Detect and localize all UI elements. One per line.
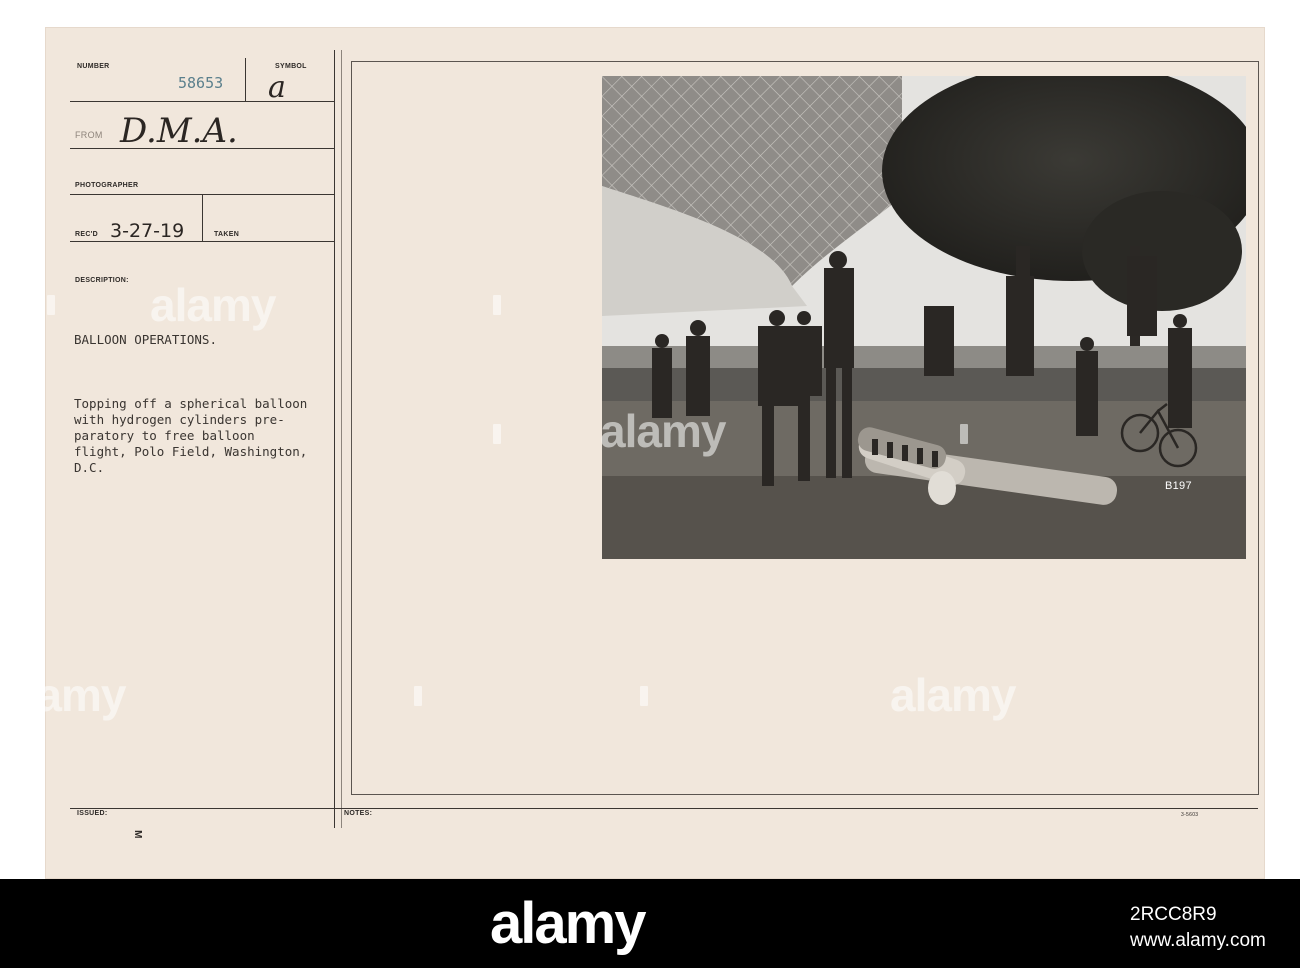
number-label: NUMBER	[77, 63, 110, 70]
record-number: 58653	[178, 74, 224, 92]
photographer-label: PHOTOGRAPHER	[75, 182, 139, 189]
watermark: alamy	[890, 669, 1016, 721]
description-line: D.C.	[74, 460, 105, 475]
symbol-value: a	[268, 70, 286, 105]
watermark: alamy	[600, 405, 726, 457]
watermark: alamy	[150, 279, 276, 331]
description-line: flight, Polo Field, Washington,	[74, 444, 308, 459]
image-id: 2RCC8R9	[1130, 904, 1217, 925]
from-label: FROM	[75, 130, 103, 140]
column-divider-inner	[341, 50, 342, 828]
from-value: D.M.A.	[120, 111, 238, 151]
footer-image-id: 2RCC8R9 www.alamy.com	[1130, 902, 1266, 954]
taken-label: TAKEN	[214, 231, 240, 238]
caption-description: Topping off a spherical balloon with hyd…	[74, 396, 307, 476]
rule-number	[70, 101, 334, 102]
rule-recd	[70, 241, 334, 242]
watermark-mark	[47, 295, 55, 315]
symbol-label: SYMBOL	[275, 63, 307, 70]
description-line: Topping off a spherical balloon	[74, 396, 308, 411]
bottom-rule	[70, 808, 1258, 809]
watermark-mark	[960, 424, 968, 444]
caption-title: BALLOON OPERATIONS.	[74, 332, 217, 347]
photograph	[602, 76, 1246, 559]
recd-label: REC'D	[75, 231, 98, 238]
form-code: 3-5603	[1181, 812, 1199, 818]
notes-label: NOTES:	[344, 810, 373, 817]
photo-code: B197	[1165, 480, 1192, 492]
watermark-mark	[640, 686, 648, 706]
issued-label: ISSUED:	[77, 810, 108, 817]
photo-scene	[602, 76, 1246, 559]
watermark-mark	[493, 424, 501, 444]
watermark-mark	[414, 686, 422, 706]
description-line: paratory to free balloon	[74, 428, 255, 443]
watermark: alamy	[0, 669, 126, 721]
footer-logo: alamy	[490, 891, 646, 956]
description-line: with hydrogen cylinders pre-	[74, 412, 285, 427]
footer-bar	[0, 879, 1300, 968]
footer-credit: www.alamy.com	[1130, 930, 1266, 951]
rule-from	[70, 148, 334, 149]
recd-date: 3-27-19	[110, 220, 185, 242]
watermark-mark	[493, 295, 501, 315]
description-label: DESCRIPTION:	[75, 277, 129, 284]
column-divider	[334, 50, 335, 828]
recd-divider	[202, 195, 203, 241]
header-divider	[245, 58, 246, 102]
issued-mark: M	[131, 830, 143, 839]
